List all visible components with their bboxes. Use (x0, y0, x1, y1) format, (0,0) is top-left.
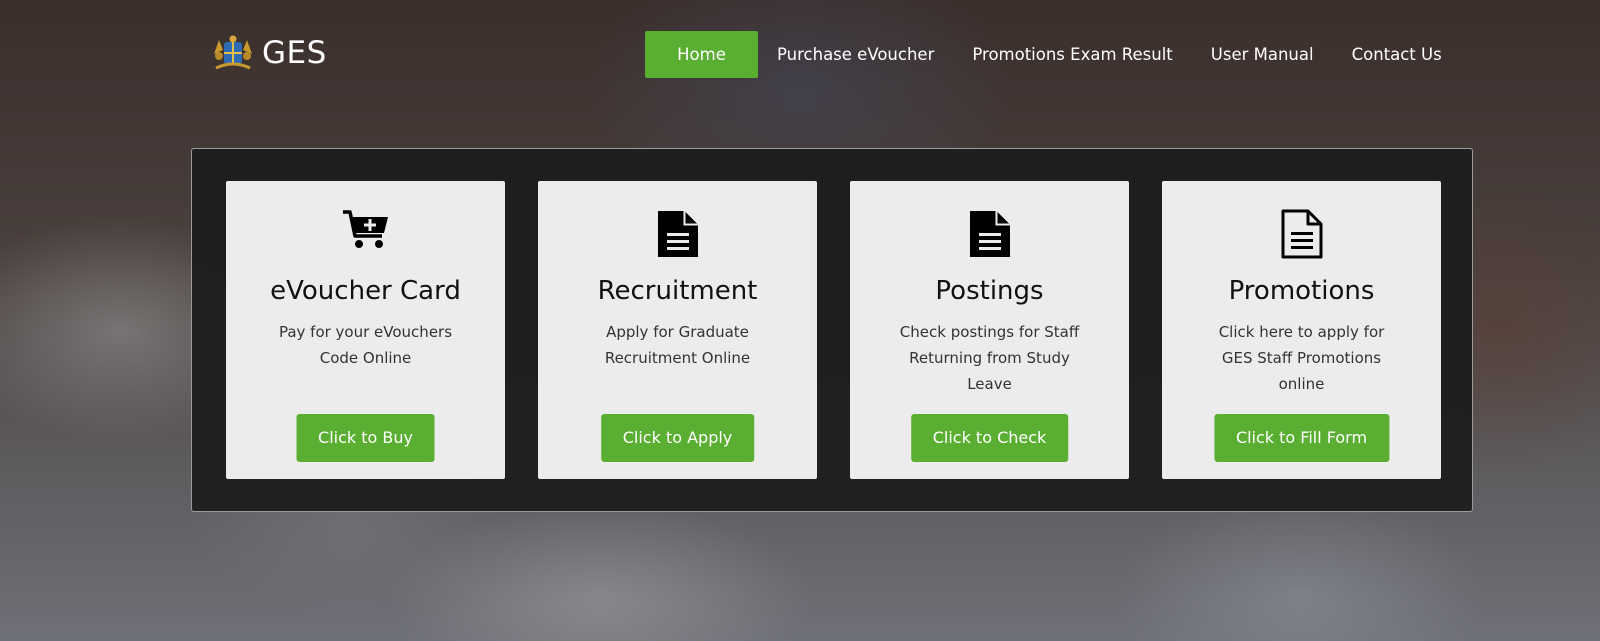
buy-button[interactable]: Click to Buy (296, 414, 435, 462)
card-title: Postings (935, 276, 1044, 306)
check-button[interactable]: Click to Check (910, 414, 1069, 462)
document-outline-icon (1281, 209, 1322, 259)
nav-item-home[interactable]: Home (645, 31, 758, 78)
card-recruitment: Recruitment Apply for Graduate Recruitme… (538, 181, 817, 479)
card-description: Pay for your eVouchers Code Online (278, 323, 453, 367)
card-description: Apply for Graduate Recruitment Online (604, 323, 751, 367)
main-nav: Home Purchase eVoucher Promotions Exam R… (645, 31, 1461, 78)
ghana-coat-of-arms-icon (214, 35, 252, 70)
card-promotions: Promotions Click here to apply for GES S… (1162, 181, 1441, 479)
nav-item-purchase-evoucher[interactable]: Purchase eVoucher (758, 31, 953, 78)
card-postings: Postings Check postings for Staff Return… (850, 181, 1129, 479)
card-description: Check postings for Staff Returning from … (899, 323, 1080, 393)
brand-home-link[interactable]: GES (210, 34, 327, 72)
brand-name: GES (262, 35, 327, 71)
card-description: Click here to apply for GES Staff Promot… (1218, 323, 1385, 393)
document-icon (969, 211, 1010, 257)
nav-item-contact-us[interactable]: Contact Us (1333, 31, 1461, 78)
card-title: Recruitment (597, 276, 758, 306)
apply-button[interactable]: Click to Apply (600, 414, 755, 462)
card-title: Promotions (1228, 276, 1375, 306)
card-title: eVoucher Card (270, 276, 461, 306)
document-icon (657, 211, 698, 257)
nav-item-promotions-exam-result[interactable]: Promotions Exam Result (953, 31, 1191, 78)
card-evoucher: eVoucher Card Pay for your eVouchers Cod… (226, 181, 505, 479)
cart-plus-icon (342, 210, 388, 248)
nav-item-user-manual[interactable]: User Manual (1192, 31, 1333, 78)
navbar: GES Home Purchase eVoucher Promotions Ex… (0, 0, 1600, 110)
fill-form-button[interactable]: Click to Fill Form (1213, 414, 1390, 462)
services-panel: eVoucher Card Pay for your eVouchers Cod… (191, 148, 1473, 512)
